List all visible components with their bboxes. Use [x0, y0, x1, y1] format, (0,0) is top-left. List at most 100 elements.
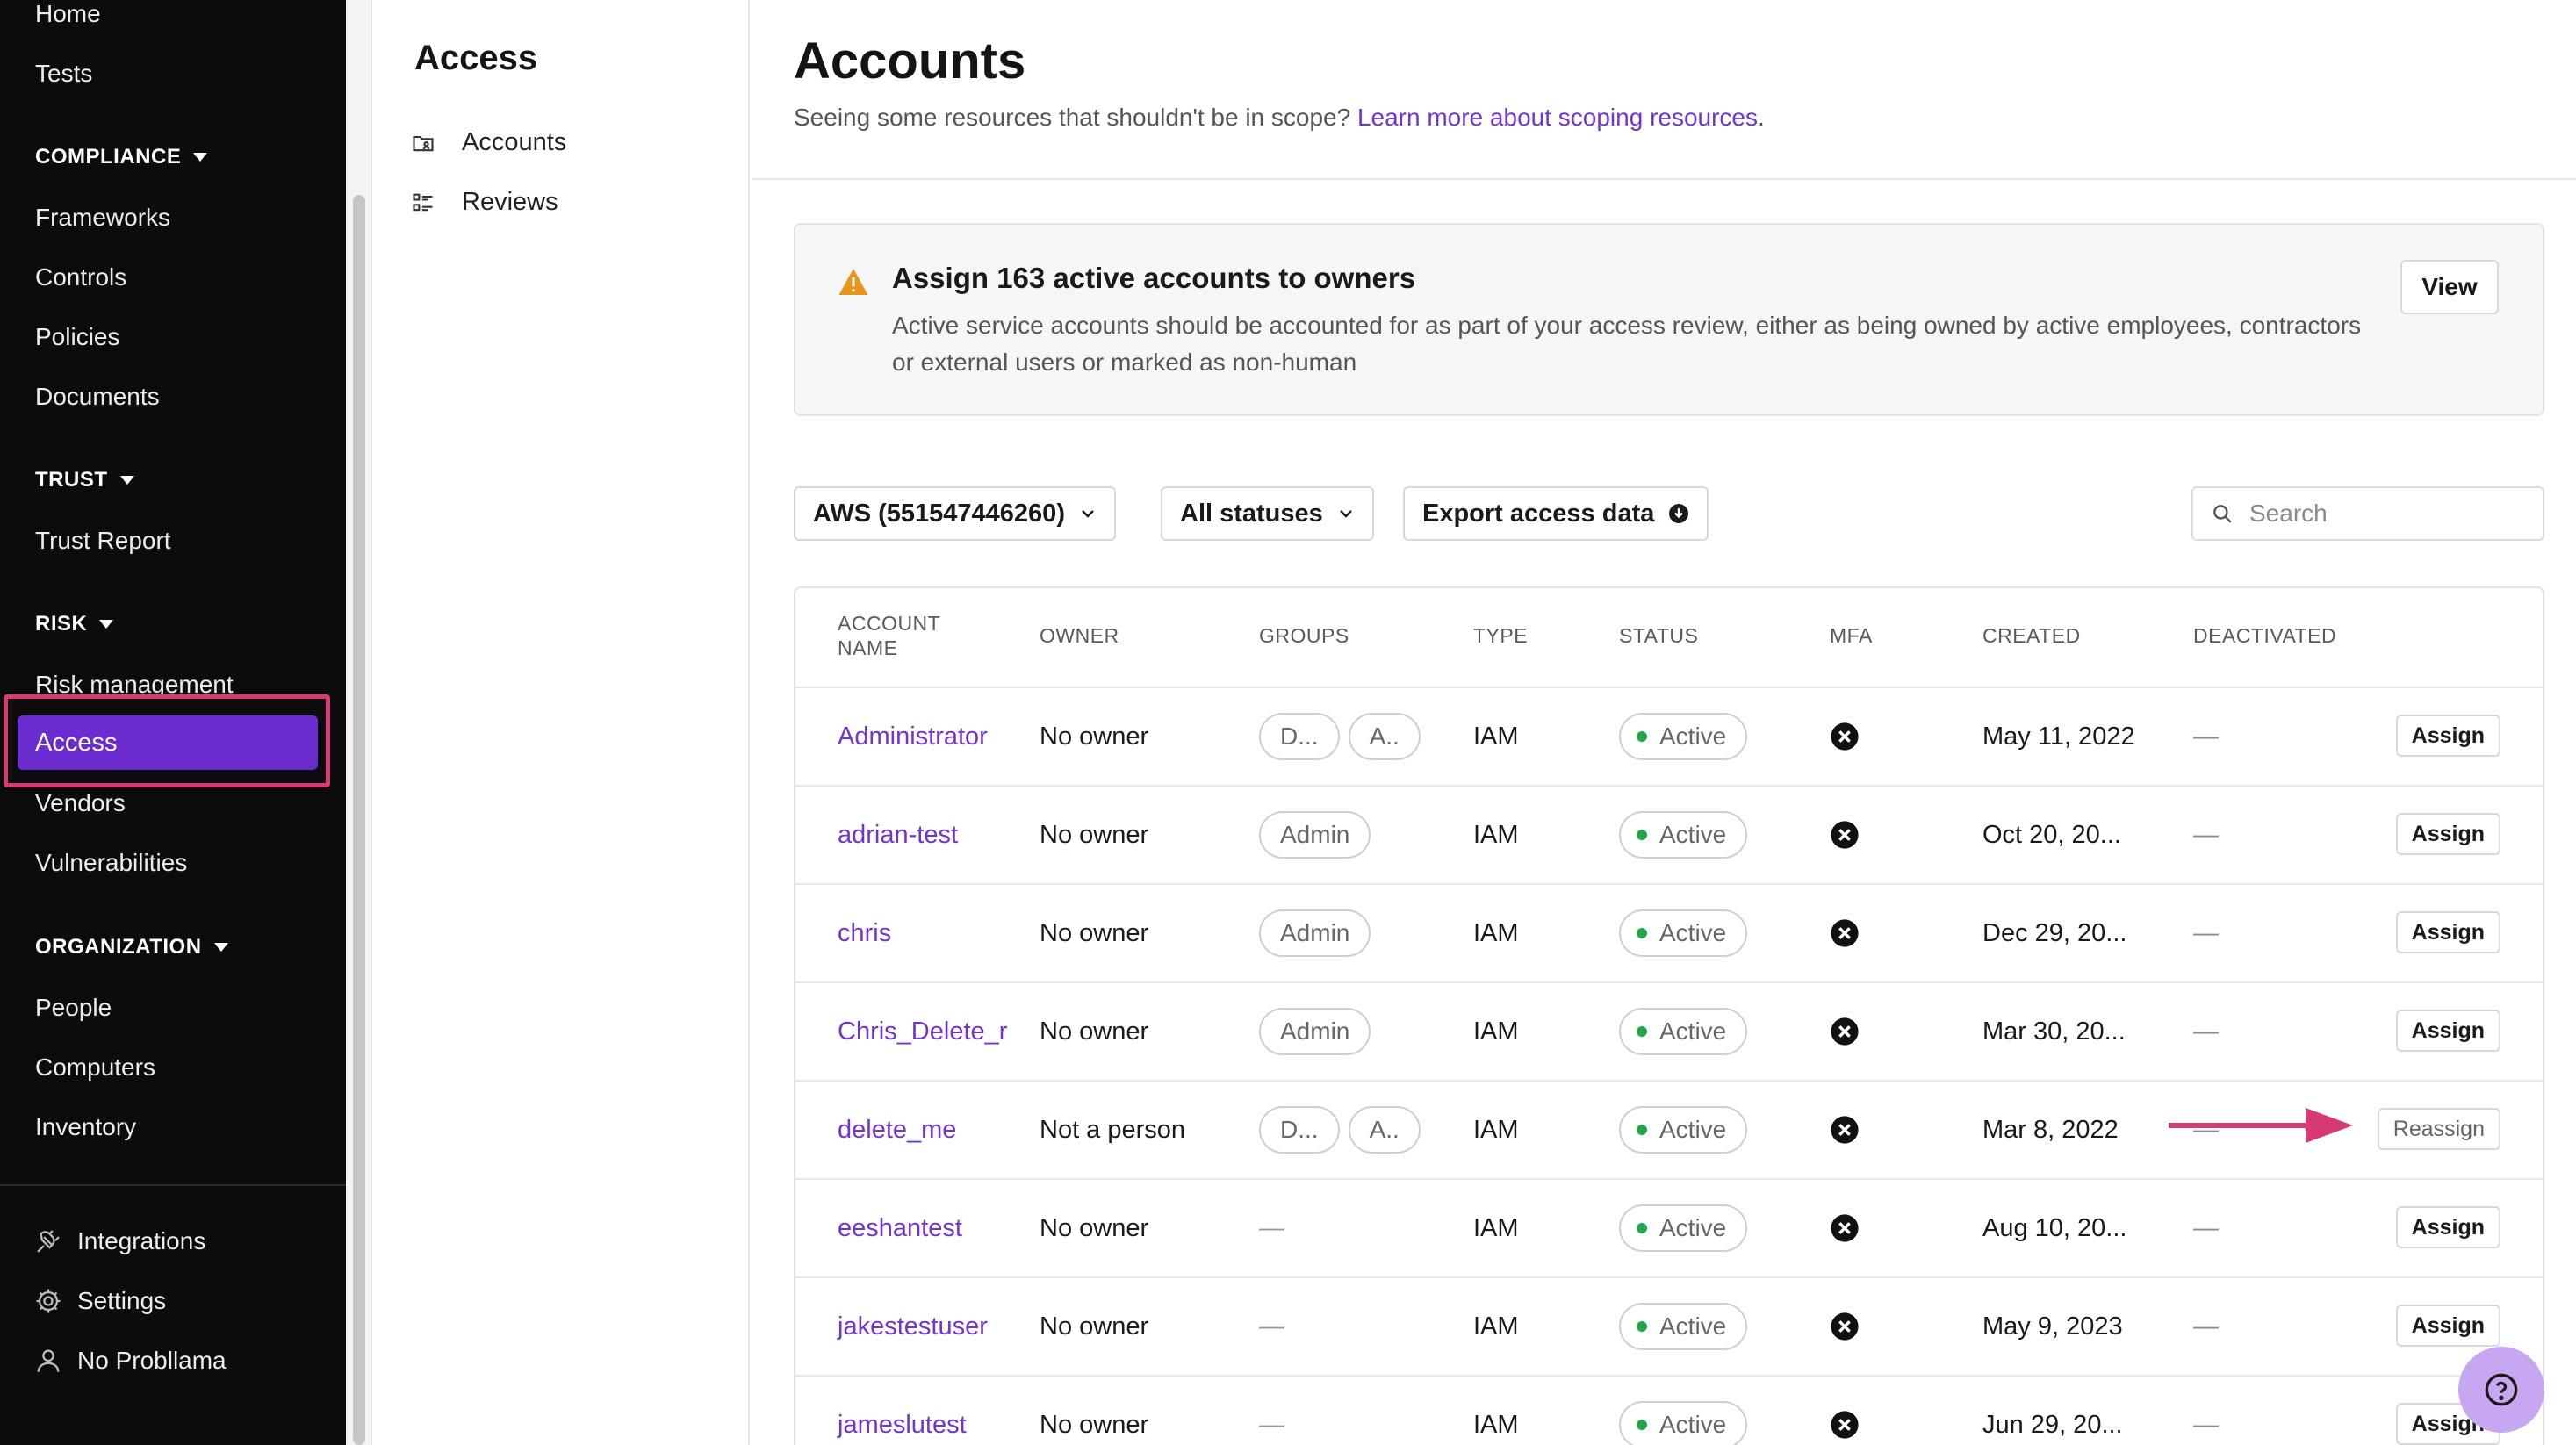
page-title: Accounts: [794, 32, 1026, 90]
status-select-value: All statuses: [1180, 499, 1323, 528]
column-header-type[interactable]: TYPE: [1473, 623, 1528, 648]
table-row[interactable]: eeshantest No owner — IAM Active Aug 10,…: [795, 1180, 2543, 1278]
account-select-value: AWS (551547446260): [813, 499, 1065, 528]
banner-view-button[interactable]: View: [2400, 260, 2499, 314]
nav-user-account[interactable]: No Probllama: [33, 1345, 227, 1377]
export-access-data-button[interactable]: Export access data: [1403, 486, 1709, 541]
scoping-resources-link[interactable]: Learn more about scoping resources: [1357, 104, 1758, 131]
account-name-link[interactable]: eeshantest: [838, 1180, 962, 1276]
reassign-button[interactable]: Reassign: [2377, 1108, 2500, 1150]
x-circle-icon: [1831, 1214, 1859, 1242]
table-row[interactable]: Administrator No owner D... A.. IAM Acti…: [795, 688, 2543, 787]
group-pill[interactable]: Admin: [1259, 811, 1371, 859]
nav-section-organization[interactable]: ORGANIZATION: [35, 934, 228, 960]
x-circle-icon: [1831, 1116, 1859, 1144]
assign-button[interactable]: Assign: [2395, 1010, 2500, 1052]
mfa-cell: [1830, 885, 1860, 981]
nav-controls[interactable]: Controls: [35, 262, 126, 293]
nav-policies[interactable]: Policies: [35, 321, 119, 353]
nav-inventory[interactable]: Inventory: [35, 1111, 136, 1143]
table-row[interactable]: chris No owner Admin IAM Active Dec 29, …: [795, 885, 2543, 983]
nav-integrations[interactable]: Integrations: [33, 1226, 205, 1257]
table-row[interactable]: adrian-test No owner Admin IAM Active Oc…: [795, 787, 2543, 885]
folder-user-icon: [413, 135, 434, 151]
group-pill[interactable]: A..: [1348, 713, 1421, 760]
mfa-cell: [1830, 983, 1860, 1080]
status-badge: Active: [1619, 909, 1748, 957]
sub-nav-item-accounts[interactable]: Accounts: [411, 128, 566, 157]
nav-scrollbar-thumb[interactable]: [353, 195, 365, 1445]
nav-frameworks[interactable]: Frameworks: [35, 202, 170, 234]
assign-button[interactable]: Assign: [2395, 1305, 2500, 1347]
account-name-link[interactable]: jameslutest: [838, 1377, 967, 1445]
column-header-groups[interactable]: GROUPS: [1259, 623, 1349, 648]
column-header-deactivated[interactable]: DEACTIVATED: [2193, 623, 2336, 648]
nav-divider: [0, 1184, 346, 1186]
nav-section-compliance[interactable]: COMPLIANCE: [35, 144, 208, 170]
account-name-link[interactable]: Administrator: [838, 688, 988, 785]
table-row[interactable]: Chris_Delete_r No owner Admin IAM Active…: [795, 983, 2543, 1082]
column-header-owner[interactable]: OWNER: [1040, 623, 1119, 648]
assign-button[interactable]: Assign: [2395, 911, 2500, 953]
status-dot-icon: [1637, 830, 1647, 840]
table-row[interactable]: jakestestuser No owner — IAM Active May …: [795, 1278, 2543, 1377]
account-select[interactable]: AWS (551547446260): [794, 486, 1116, 541]
column-header-account-name[interactable]: ACCOUNT NAME: [838, 611, 969, 660]
download-circle-icon: [1669, 504, 1689, 523]
nav-computers[interactable]: Computers: [35, 1052, 155, 1083]
sub-nav: Access Accounts Reviews: [372, 0, 750, 1445]
caret-down-icon: [119, 476, 134, 485]
mfa-cell: [1830, 1180, 1860, 1276]
account-name-link[interactable]: adrian-test: [838, 787, 958, 883]
assign-button[interactable]: Assign: [2395, 813, 2500, 855]
nav-access-active[interactable]: Access: [18, 715, 318, 770]
nav-settings[interactable]: Settings: [33, 1285, 166, 1317]
column-header-status[interactable]: STATUS: [1619, 623, 1698, 648]
owner-cell: No owner: [1040, 918, 1149, 947]
assign-button[interactable]: Assign: [2395, 715, 2500, 757]
mfa-cell: [1830, 1082, 1860, 1178]
mfa-cell: [1830, 1377, 1860, 1445]
status-text: Active: [1659, 919, 1727, 946]
column-header-mfa[interactable]: MFA: [1830, 623, 1873, 648]
group-pill[interactable]: D...: [1259, 713, 1340, 760]
account-name-link[interactable]: Chris_Delete_r: [838, 983, 1007, 1080]
x-circle-icon: [1831, 1312, 1859, 1341]
group-pill[interactable]: Admin: [1259, 909, 1371, 957]
warning-icon: [838, 269, 868, 295]
nav-home[interactable]: Home: [35, 0, 101, 30]
sub-nav-item-reviews[interactable]: Reviews: [411, 188, 558, 217]
created-cell: Mar 30, 20...: [1982, 1017, 2126, 1046]
account-name-link[interactable]: delete_me: [838, 1082, 956, 1178]
search-field[interactable]: [2191, 486, 2544, 541]
nav-section-label: ORGANIZATION: [35, 935, 202, 959]
nav-people[interactable]: People: [35, 992, 112, 1024]
assign-button[interactable]: Assign: [2395, 1206, 2500, 1248]
nav-tests[interactable]: Tests: [35, 58, 92, 90]
nav-vendors[interactable]: Vendors: [35, 787, 126, 819]
status-cell: Active: [1619, 885, 1748, 981]
status-text: Active: [1659, 722, 1727, 750]
nav-trust-report[interactable]: Trust Report: [35, 525, 171, 557]
status-select[interactable]: All statuses: [1161, 486, 1374, 541]
account-name-link[interactable]: jakestestuser: [838, 1278, 988, 1375]
group-pill[interactable]: A..: [1348, 1106, 1421, 1154]
nav-documents[interactable]: Documents: [35, 381, 160, 413]
table-row[interactable]: jameslutest No owner — IAM Active Jun 29…: [795, 1377, 2543, 1445]
group-pill[interactable]: Admin: [1259, 1008, 1371, 1055]
status-dot-icon: [1637, 1026, 1647, 1037]
left-nav: Home Tests COMPLIANCE Frameworks Control…: [0, 0, 346, 1445]
group-pill[interactable]: D...: [1259, 1106, 1340, 1154]
header-divider: [752, 178, 2576, 180]
status-text: Active: [1659, 821, 1727, 848]
x-circle-icon: [1831, 919, 1859, 947]
subtitle-text: Seeing some resources that shouldn't be …: [794, 104, 1351, 131]
accounts-table: ACCOUNT NAME OWNER GROUPS TYPE STATUS MF…: [794, 586, 2544, 1445]
nav-section-trust[interactable]: TRUST: [35, 467, 134, 493]
nav-vulnerabilities[interactable]: Vulnerabilities: [35, 847, 187, 879]
account-name-link[interactable]: chris: [838, 885, 891, 981]
column-header-created[interactable]: CREATED: [1982, 623, 2081, 648]
search-input[interactable]: [2249, 500, 2513, 528]
nav-section-risk[interactable]: RISK: [35, 611, 114, 637]
help-button[interactable]: [2458, 1347, 2544, 1433]
